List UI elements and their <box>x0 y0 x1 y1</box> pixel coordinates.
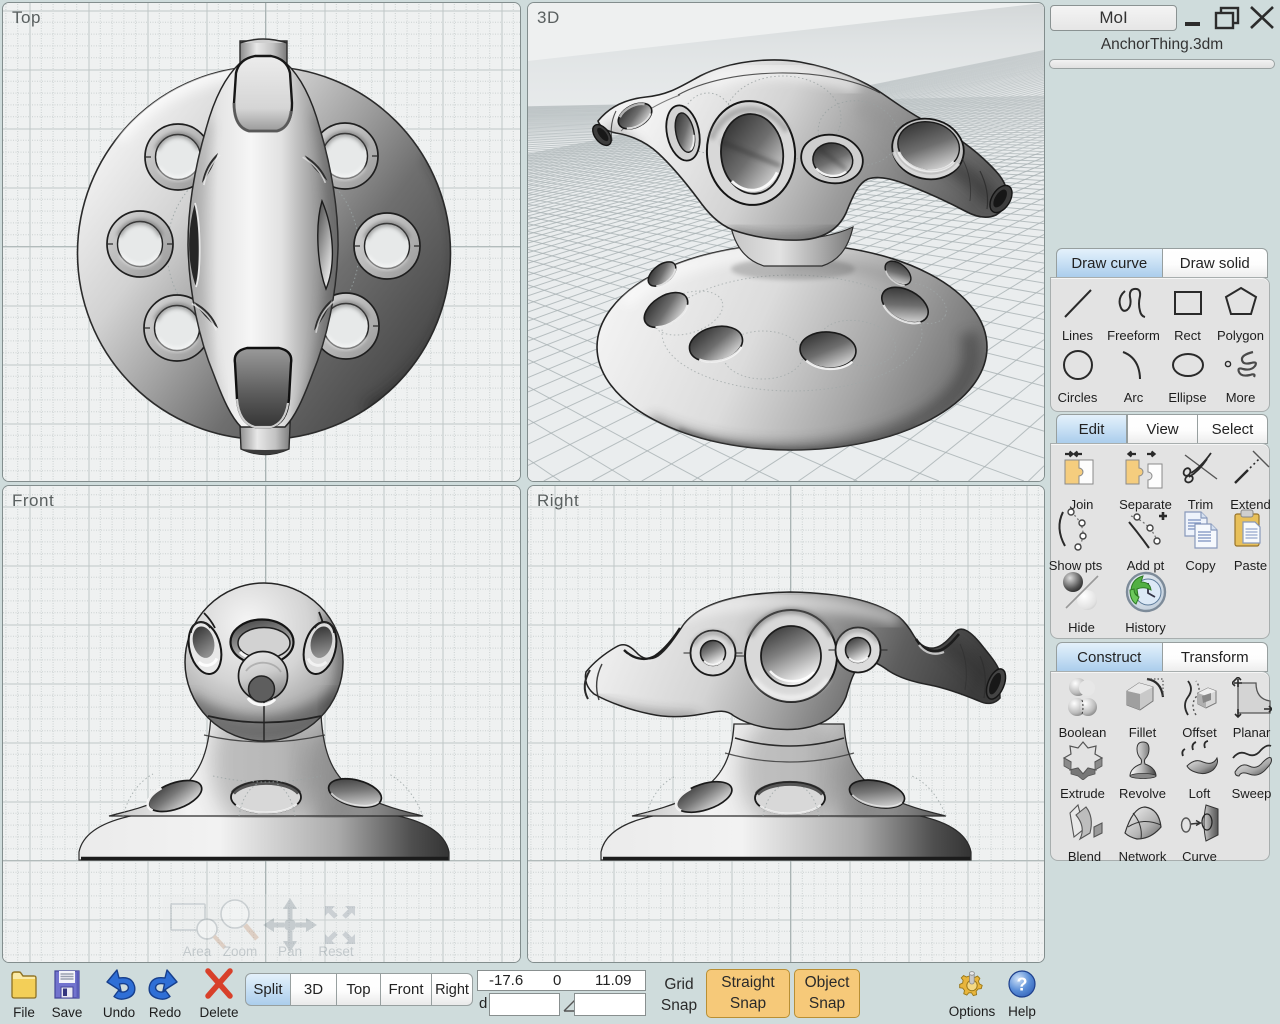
svg-text:Reset: Reset <box>318 944 354 959</box>
svg-text:?: ? <box>1017 975 1028 995</box>
svg-text:Zoom: Zoom <box>223 944 258 959</box>
svg-text:Area: Area <box>183 944 212 959</box>
svg-text:Pan: Pan <box>278 944 302 959</box>
